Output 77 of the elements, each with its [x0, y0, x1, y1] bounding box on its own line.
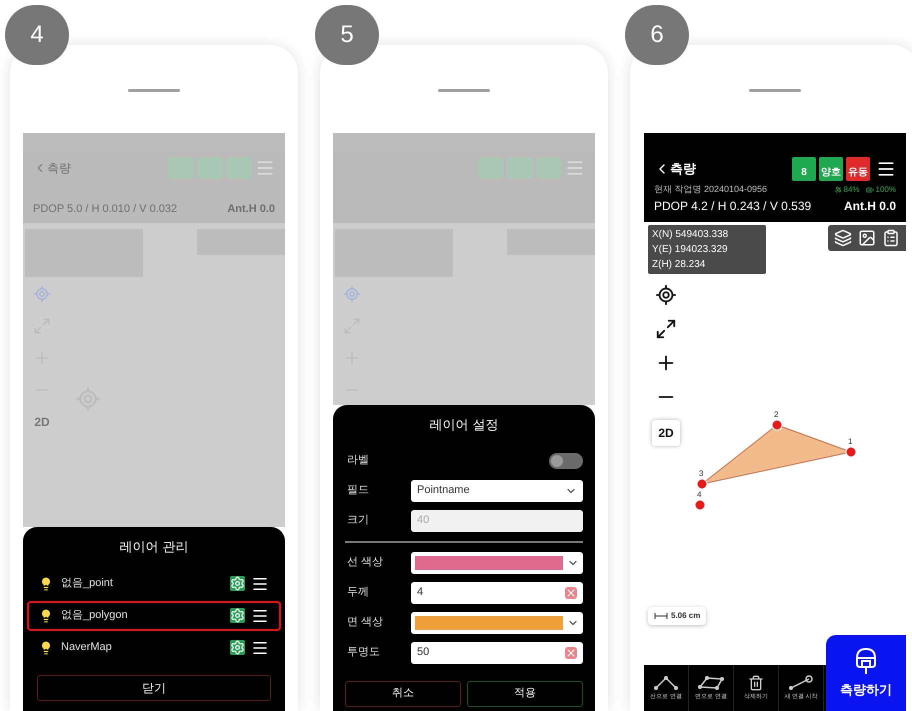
cancel-button[interactable]: 취소 [345, 680, 461, 706]
step-number: 6 [625, 5, 689, 65]
bulb-icon[interactable] [39, 608, 53, 622]
status-badge: 양호 [819, 157, 843, 181]
trash-icon [748, 674, 764, 690]
pdop-reading: PDOP 4.2 / H 0.243 / V 0.539 [654, 198, 812, 214]
bulb-icon[interactable] [39, 576, 53, 590]
work-name: 현재 작업명 20240104-0956 [654, 183, 768, 196]
step-number: 4 [5, 5, 69, 65]
battery-reading: 100% [876, 184, 896, 196]
survey-point[interactable] [846, 446, 856, 458]
settings-icon[interactable] [230, 608, 245, 623]
clear-icon[interactable] [565, 646, 577, 658]
color-select[interactable] [411, 612, 583, 634]
input-field[interactable]: 50 [411, 642, 583, 664]
point-label: 1 [848, 437, 852, 446]
color-select[interactable] [411, 552, 583, 574]
image-search-icon[interactable] [858, 229, 876, 247]
setting-label: 면 색상 [346, 615, 384, 630]
view-mode-button[interactable]: 2D [652, 420, 680, 446]
survey-point[interactable] [694, 500, 706, 510]
line-connect-icon [653, 674, 679, 690]
layer-row[interactable]: 없음_point [27, 568, 281, 598]
sheet-title: 레이어 설정 [428, 416, 500, 434]
measure-button[interactable]: 측량하기 [826, 635, 906, 711]
point-label: 3 [699, 469, 704, 478]
coordinate-text: X(N) 549403.338 [652, 228, 730, 242]
status-badge: 유동 [846, 157, 870, 181]
screen-title: 측량 [670, 160, 697, 178]
layer-name: NaverMap [61, 640, 113, 656]
clear-icon[interactable] [565, 586, 577, 598]
setting-label: 필드 [346, 483, 370, 498]
setting-label: 크기 [346, 513, 370, 528]
setting-label: 선 색상 [346, 555, 384, 570]
step-number: 5 [315, 5, 379, 65]
layer-row[interactable]: 없음_polygon [27, 600, 281, 630]
close-button[interactable]: 닫기 [37, 674, 271, 700]
bulb-icon[interactable] [39, 640, 53, 654]
layer-name: 없음_point [61, 576, 114, 592]
locate-icon[interactable] [655, 284, 677, 306]
drag-handle [438, 89, 490, 92]
setting-label: 두께 [346, 585, 370, 600]
receiver-icon [853, 646, 879, 676]
label-toggle[interactable] [549, 452, 583, 468]
layers-icon[interactable] [834, 229, 852, 247]
coordinate-text: Z(H) 28.234 [652, 258, 706, 272]
setting-label: 투명도 [346, 645, 381, 660]
drag-handle [128, 89, 180, 92]
area-connect-icon [697, 674, 725, 690]
expand-icon[interactable] [655, 318, 677, 340]
point-label: 4 [697, 490, 702, 499]
setting-label: 라벨 [346, 453, 370, 468]
status-badge: 8 [792, 157, 816, 181]
drag-handle [749, 89, 801, 92]
back-title: 측량 [47, 160, 71, 177]
antenna-height: Ant.H 0.0 [844, 198, 896, 214]
survey-point[interactable] [696, 478, 708, 490]
coordinate-text: Y(E) 194023.329 [652, 243, 729, 257]
survey-point[interactable] [772, 420, 782, 430]
settings-icon[interactable] [230, 576, 245, 591]
scale-text: 5.06 cm [671, 610, 700, 622]
scale-bar-icon [654, 613, 668, 619]
apply-button[interactable]: 적용 [467, 680, 583, 706]
point-label: 2 [774, 410, 778, 419]
input-field[interactable]: 4 [411, 582, 583, 604]
new-line-icon [788, 674, 814, 690]
satellite-reading: 84% [844, 184, 860, 196]
layer-row[interactable]: NaverMap [27, 632, 281, 662]
antenna-height: Ant.H 0.0 [227, 202, 275, 216]
pdop-reading: PDOP 5.0 / H 0.010 / V 0.032 [33, 202, 178, 216]
list-icon[interactable] [882, 229, 900, 247]
sheet-title: 레이어 관리 [118, 538, 190, 556]
field-select[interactable]: Pointname [411, 480, 583, 502]
layer-name: 없음_polygon [61, 608, 129, 624]
battery-icon [866, 186, 874, 194]
satellite-icon [834, 186, 842, 194]
settings-icon[interactable] [230, 640, 245, 655]
